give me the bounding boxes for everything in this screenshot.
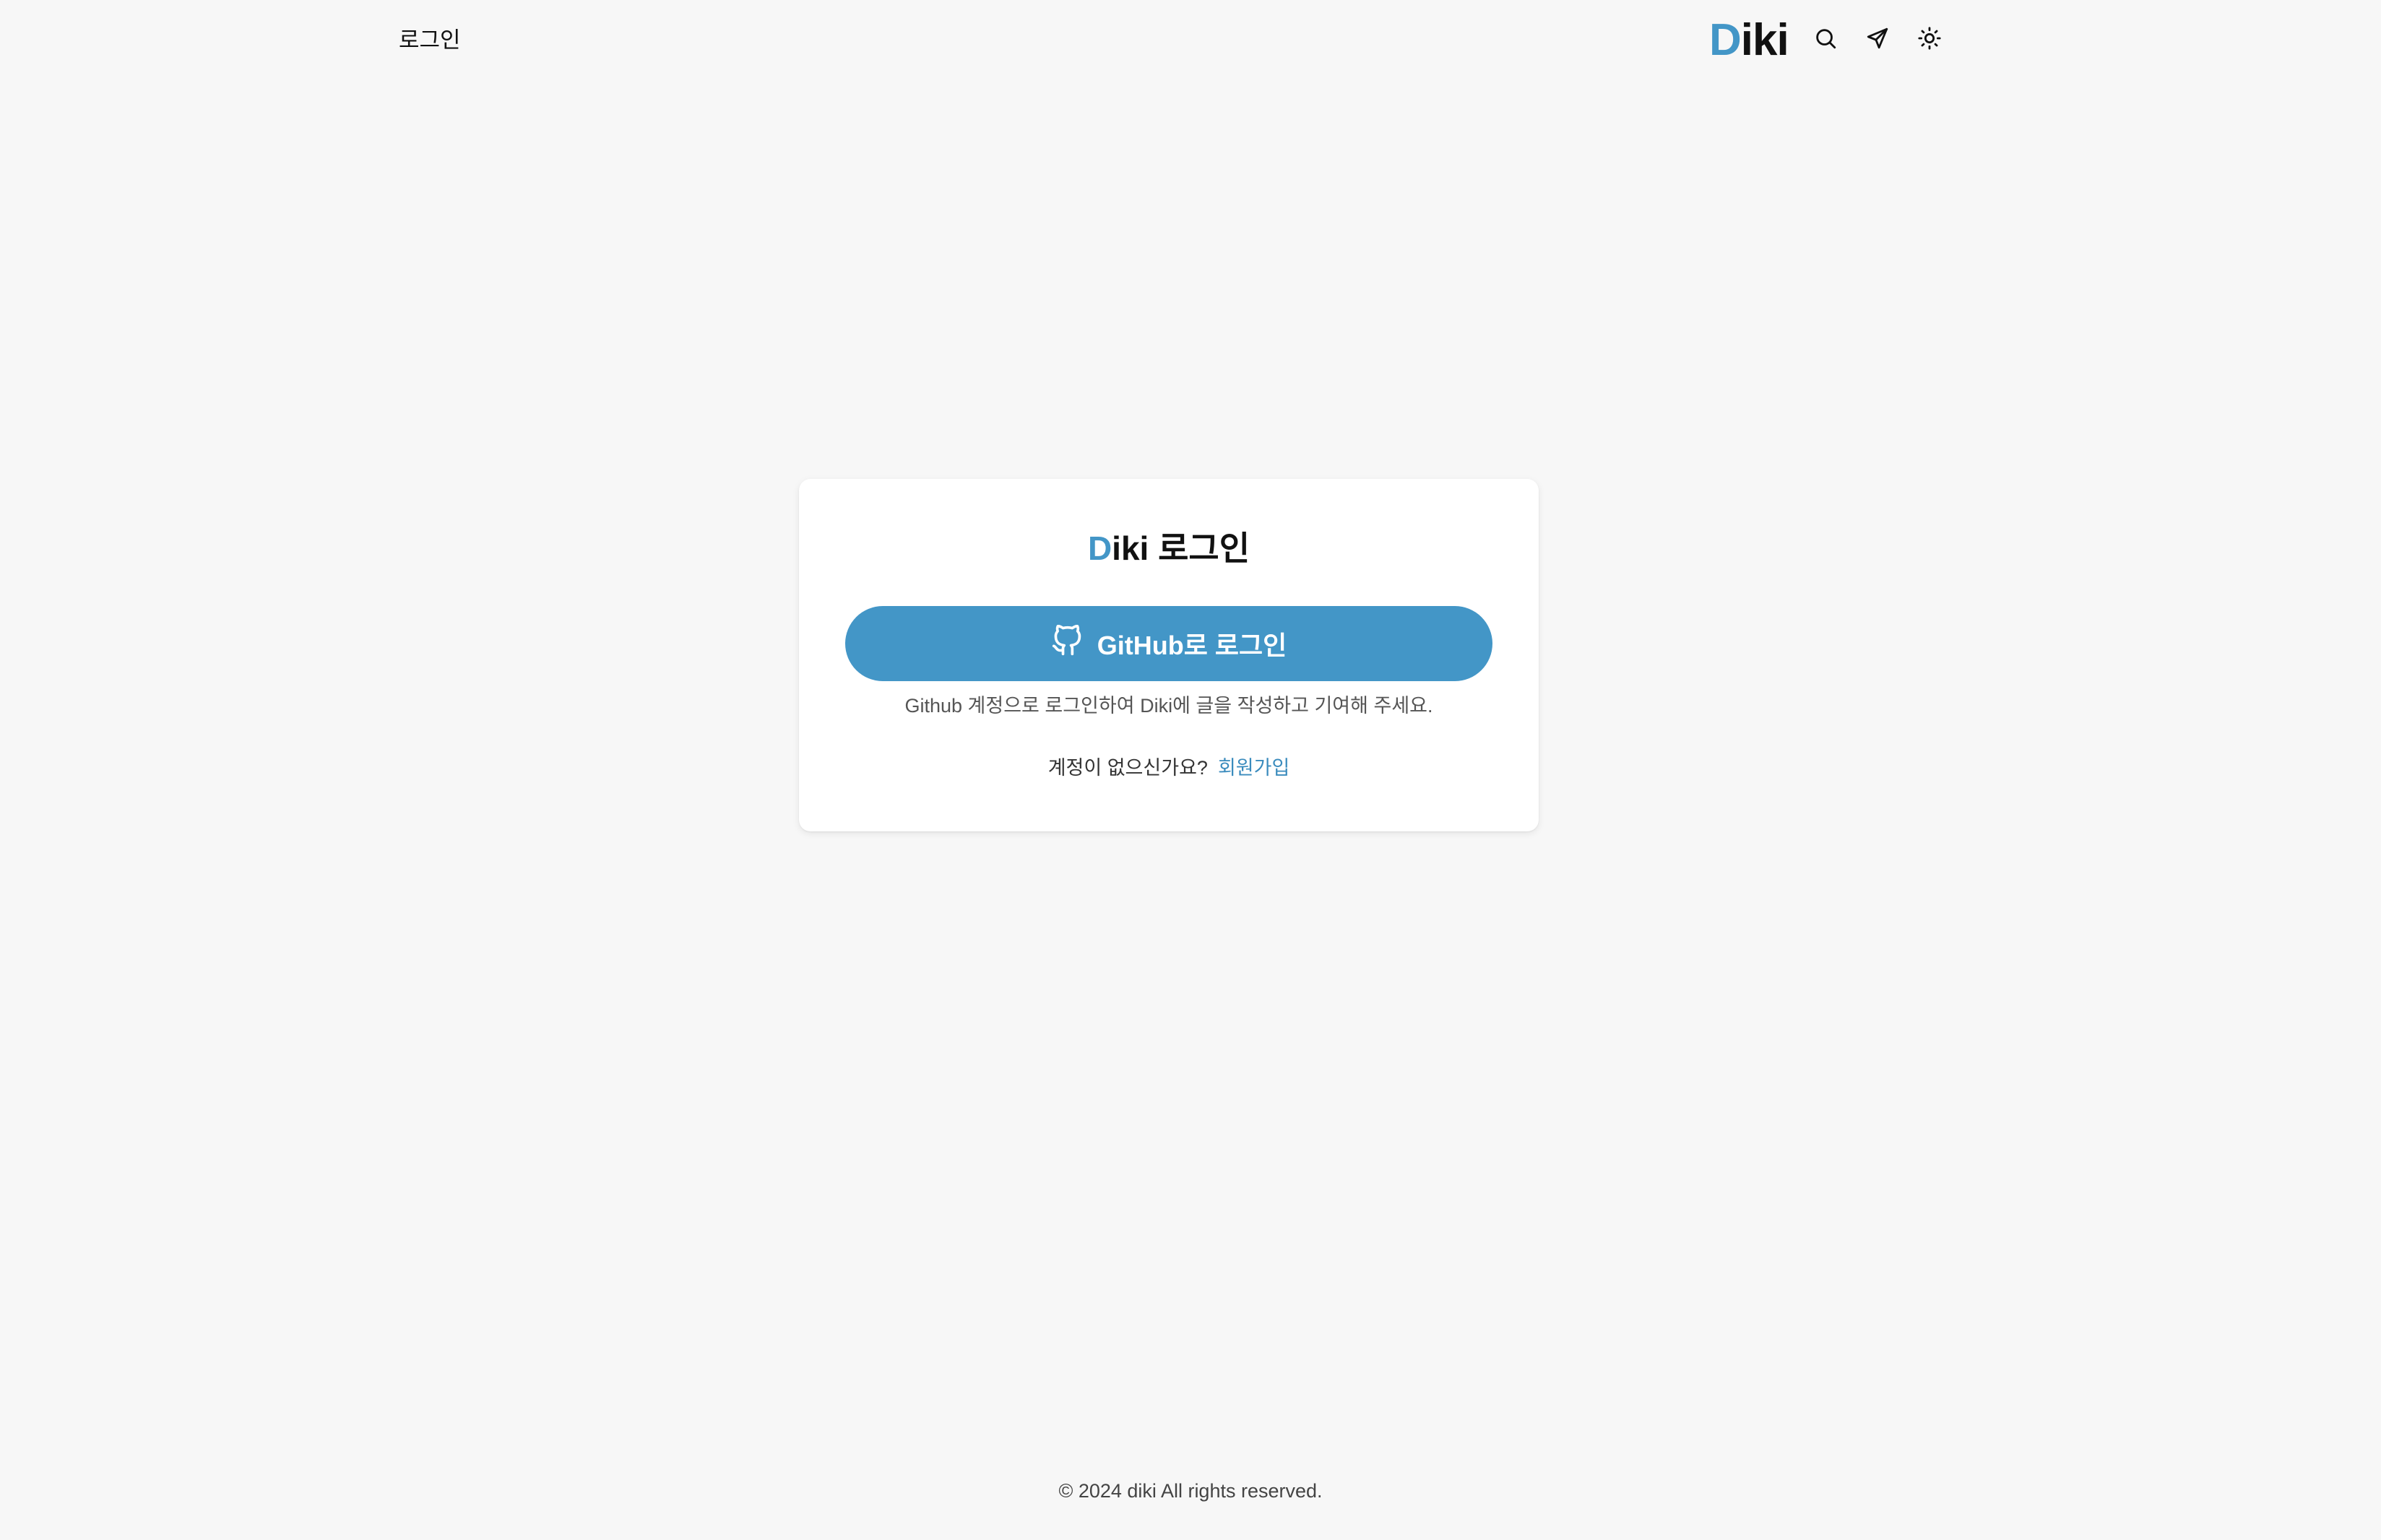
footer-copyright: © 2024 diki All rights reserved. — [1058, 1480, 1323, 1502]
send-button[interactable] — [1862, 25, 1893, 55]
login-title: Diki 로그인 — [799, 527, 1539, 570]
github-icon — [1051, 624, 1083, 663]
login-title-rest: iki 로그인 — [1112, 529, 1250, 567]
header-actions — [1810, 25, 1945, 55]
signup-prompt: 계정이 없으신가요? — [1047, 757, 1208, 779]
sun-icon — [1917, 26, 1942, 54]
theme-toggle-button[interactable] — [1914, 25, 1945, 55]
login-title-accent: D — [1087, 529, 1112, 567]
logo-accent: D — [1709, 15, 1742, 65]
page-title: 로그인 — [399, 27, 461, 53]
search-icon — [1813, 26, 1838, 54]
github-login-label: GitHub로 로그인 — [1097, 631, 1287, 660]
signup-link[interactable]: 회원가입 — [1218, 757, 1289, 779]
send-icon — [1865, 26, 1890, 54]
login-helper-text: Github 계정으로 로그인하여 Diki에 글을 작성하고 기여해 주세요. — [904, 695, 1433, 717]
github-login-button[interactable]: GitHub로 로그인 — [845, 606, 1492, 681]
logo[interactable]: Diki — [1709, 13, 1789, 68]
signup-row: 계정이 없으신가요? 회원가입 — [799, 753, 1539, 782]
login-card: Diki 로그인 GitHub로 로그인 Github 계정으로 로그인하여 D… — [799, 479, 1539, 831]
search-button[interactable] — [1810, 25, 1841, 55]
logo-rest: iki — [1740, 15, 1789, 65]
